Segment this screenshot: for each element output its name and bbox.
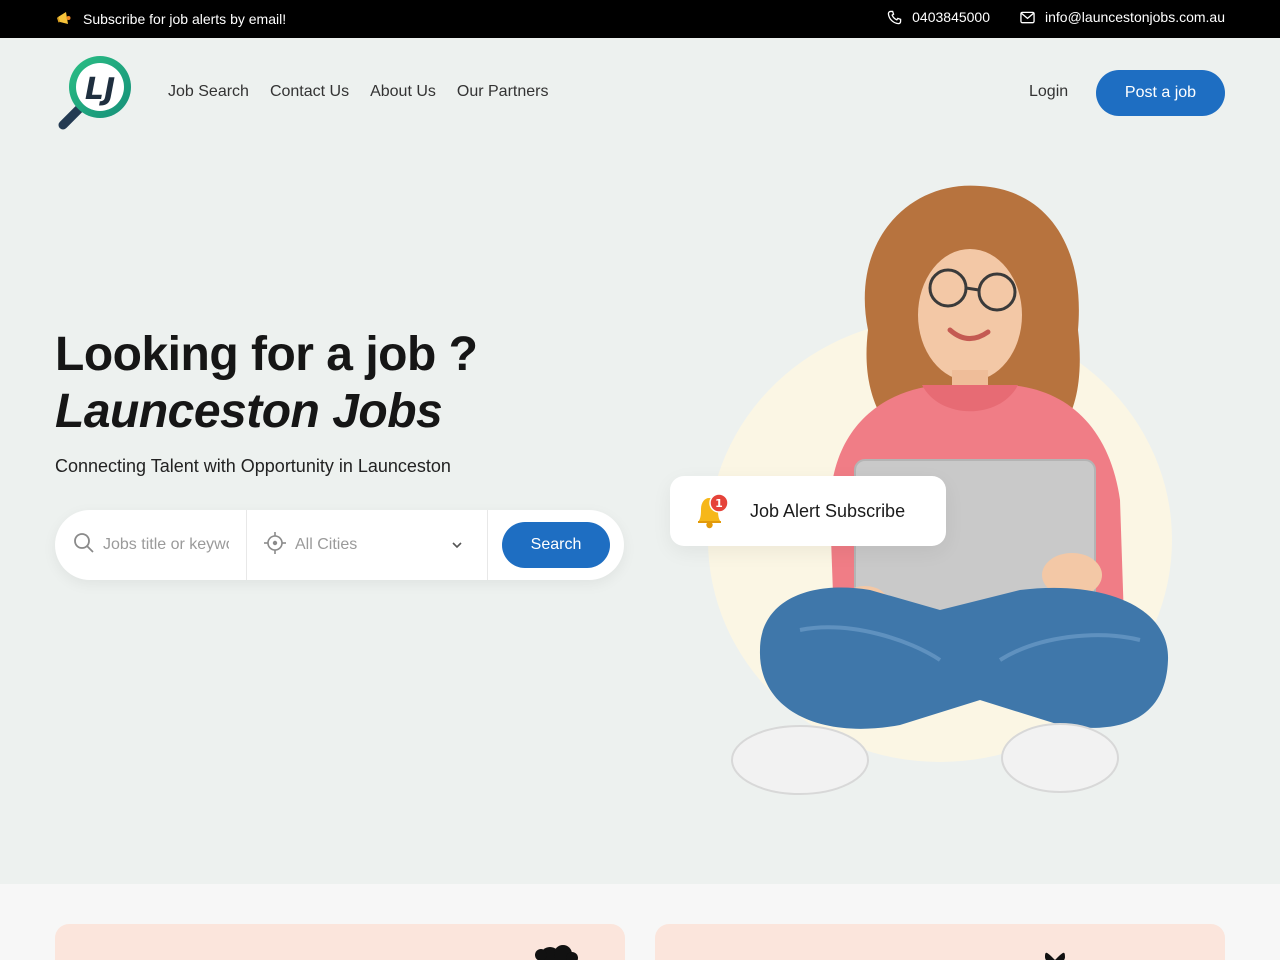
feature-card: [55, 924, 625, 960]
site-logo[interactable]: LJ: [55, 55, 135, 133]
search-icon: [73, 532, 95, 559]
logo-monogram: LJ: [85, 72, 115, 107]
subscribe-text: Subscribe for job alerts by email!: [83, 11, 287, 27]
cloud-icon: [535, 945, 578, 960]
hero-subtitle: Connecting Talent with Opportunity in La…: [55, 456, 451, 476]
search-button[interactable]: Search: [502, 522, 610, 568]
hero-title-line: Looking for a job ?: [55, 328, 478, 381]
location-target-icon: [263, 531, 287, 560]
login-link[interactable]: Login: [1029, 83, 1068, 101]
phone-icon: [887, 10, 902, 25]
keyword-input[interactable]: [103, 536, 229, 554]
bell-icon: 1: [690, 491, 732, 533]
email-address: info@launcestonjobs.com.au: [1045, 9, 1225, 25]
job-alert-label: Job Alert Subscribe: [750, 501, 906, 521]
search-divider: [487, 510, 488, 580]
nav-our-partners[interactable]: Our Partners: [457, 83, 549, 101]
mail-icon: [1020, 11, 1035, 24]
feature-card: [655, 924, 1225, 960]
email-link[interactable]: info@launcestonjobs.com.au: [1020, 9, 1225, 25]
heart-icon: [1045, 952, 1065, 960]
nav-about-us[interactable]: About Us: [370, 83, 436, 101]
search-divider: [246, 510, 247, 580]
job-search-form: All Cities Search: [55, 510, 624, 580]
phone-link[interactable]: 0403845000: [887, 9, 990, 25]
job-alert-subscribe-card[interactable]: 1 Job Alert Subscribe: [670, 476, 946, 546]
main-nav: Job Search Contact Us About Us Our Partn…: [168, 83, 548, 101]
nav-contact-us[interactable]: Contact Us: [270, 83, 349, 101]
nav-job-search[interactable]: Job Search: [168, 83, 249, 101]
chevron-down-icon: [451, 538, 463, 556]
alert-badge-count: 1: [715, 497, 723, 510]
top-bar: Subscribe for job alerts by email! 04038…: [0, 0, 1280, 38]
phone-number: 0403845000: [912, 9, 991, 25]
hero-brand-name: Launceston Jobs: [55, 385, 443, 438]
post-job-button[interactable]: Post a job: [1096, 70, 1225, 116]
subscribe-alert-link[interactable]: Subscribe for job alerts by email!: [55, 10, 286, 28]
hero-title: Looking for a job ? Launceston Jobs: [55, 326, 478, 440]
city-select-value: All Cities: [295, 536, 358, 553]
megaphone-icon: [55, 10, 73, 28]
city-select[interactable]: All Cities: [263, 510, 478, 580]
